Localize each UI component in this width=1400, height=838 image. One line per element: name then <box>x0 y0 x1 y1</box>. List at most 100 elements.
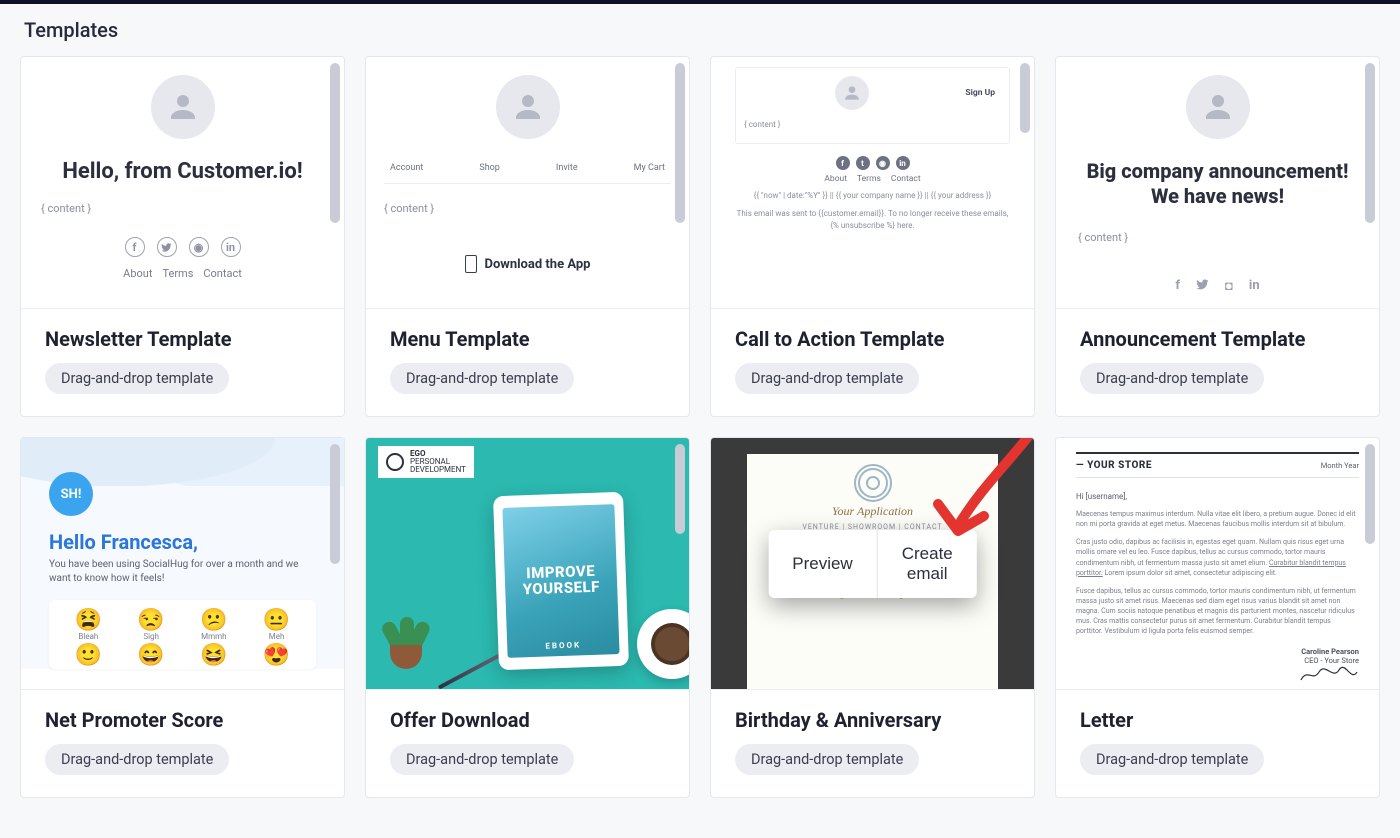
content-placeholder: { content } <box>1078 231 1357 244</box>
template-thumbnail: SH! Hello Francesca, You have been using… <box>21 438 344 690</box>
template-title: Announcement Template <box>1080 327 1355 351</box>
emoji-icon: 😄 <box>122 645 181 667</box>
footer-link: Terms <box>162 267 193 280</box>
signature-icon <box>1299 666 1359 684</box>
twitter-icon <box>1196 278 1209 295</box>
template-card-letter[interactable]: — YOUR STORE Month Year Hi [username], M… <box>1055 437 1380 798</box>
template-thumbnail: — YOUR STORE Month Year Hi [username], M… <box>1056 438 1379 690</box>
template-thumbnail: Big company announcement! We have news! … <box>1056 57 1379 309</box>
footer-link: Terms <box>857 174 881 184</box>
ebook-label: EBOOK <box>545 641 581 651</box>
thumbnail-scrollbar[interactable] <box>1365 63 1375 302</box>
linkedin-icon: in <box>1249 278 1260 295</box>
template-thumbnail: EGO PERSONAL DEVELOPMENT IMPROVE YOURSEL… <box>366 438 689 690</box>
emoji-rating-grid: 😫Bleah 😒Sigh 😕Mmmh 😐Meh 🙂 😄 😆 😍 <box>49 600 316 669</box>
template-title: Newsletter Template <box>45 327 320 351</box>
thumbnail-scrollbar[interactable] <box>675 63 685 302</box>
paragraph: Fusce dapibus, tellus ac cursus commodo,… <box>1076 586 1359 637</box>
instagram-icon: ◉ <box>876 156 890 170</box>
greeting: Hello Francesca, <box>49 530 316 554</box>
avatar-placeholder-icon <box>835 76 869 110</box>
nav-item: Account <box>390 163 423 173</box>
emoji-icon: 😒 <box>122 610 181 632</box>
brand-badge: SH! <box>49 472 93 516</box>
template-title: Call to Action Template <box>735 327 1010 351</box>
thumbnail-scrollbar[interactable] <box>675 444 685 683</box>
template-card-cta[interactable]: Sign Up { content } f t ◉ in About Terms… <box>710 56 1035 417</box>
signature: Caroline Pearson CEO - Your Store <box>1076 647 1359 685</box>
template-title: Net Promoter Score <box>45 708 320 732</box>
instagram-icon: ◉ <box>189 237 209 257</box>
emoji-icon: 😕 <box>185 610 244 632</box>
tablet-illustration: IMPROVE YOURSELF EBOOK <box>493 492 629 670</box>
avatar-placeholder-icon <box>151 75 215 139</box>
thumbnail-scrollbar[interactable] <box>330 444 340 683</box>
thumbnail-scrollbar[interactable] <box>330 63 340 302</box>
template-type-badge: Drag-and-drop template <box>390 363 574 394</box>
template-title: Offer Download <box>390 708 665 732</box>
avatar-placeholder-icon <box>496 75 560 139</box>
greeting: Hi [username], <box>1076 492 1359 501</box>
footer-link: Contact <box>203 267 241 280</box>
template-card-announcement[interactable]: Big company announcement! We have news! … <box>1055 56 1380 417</box>
content-placeholder: { content } <box>384 202 671 215</box>
brand-logo: EGO PERSONAL DEVELOPMENT <box>378 446 474 478</box>
template-card-offer[interactable]: EGO PERSONAL DEVELOPMENT IMPROVE YOURSEL… <box>365 437 690 798</box>
emoji-icon: 😆 <box>185 645 244 667</box>
plant-illustration <box>380 617 432 669</box>
thumbnail-scrollbar[interactable] <box>1365 444 1375 683</box>
templates-grid: Hello, from Customer.io! { content } f ◉… <box>20 56 1380 798</box>
template-card-birthday[interactable]: Your Application VENTURE | SHOWROOM | CO… <box>710 437 1035 798</box>
create-email-button[interactable]: Create email <box>877 530 977 598</box>
ebook-title: IMPROVE YOURSELF <box>504 563 617 598</box>
facebook-icon: f <box>836 156 850 170</box>
template-thumbnail: Sign Up { content } f t ◉ in About Terms… <box>711 57 1034 309</box>
template-title: Menu Template <box>390 327 665 351</box>
content-placeholder: { content } <box>744 120 1001 129</box>
preview-headline: Big company announcement! <box>1087 159 1349 183</box>
merge-variables-line: {{ "now" | date:"%Y" }} || {{ your compa… <box>735 190 1010 202</box>
section-title: Templates <box>20 18 1380 42</box>
instagram-icon: ◘ <box>1225 278 1233 295</box>
emoji-icon: 🙂 <box>59 645 118 667</box>
paragraph: Cras justo odio, dapibus ac facilisis in… <box>1076 537 1359 578</box>
store-name: — YOUR STORE <box>1076 460 1152 471</box>
twitter-icon: t <box>856 156 870 170</box>
template-type-badge: Drag-and-drop template <box>735 744 919 775</box>
hover-actions: Preview Create email <box>768 530 977 598</box>
emoji-icon: 😍 <box>247 645 306 667</box>
nav-item: Shop <box>479 163 500 173</box>
facebook-icon: f <box>125 237 145 257</box>
template-thumbnail: Hello, from Customer.io! { content } f ◉… <box>21 57 344 309</box>
emoji-icon: 😫 <box>59 610 118 632</box>
template-title: Birthday & Anniversary <box>735 708 1010 732</box>
paragraph: Maecenas tempus maximus interdum. Nulla … <box>1076 509 1359 529</box>
emoji-icon: 😐 <box>247 610 306 632</box>
footer-link: About <box>824 174 847 184</box>
template-type-badge: Drag-and-drop template <box>390 744 574 775</box>
thumbnail-scrollbar[interactable] <box>1020 63 1030 302</box>
phone-icon <box>465 255 477 273</box>
avatar-placeholder-icon <box>1186 75 1250 139</box>
template-type-badge: Drag-and-drop template <box>1080 744 1264 775</box>
unsubscribe-line: This email was sent to {{customer.email}… <box>735 208 1010 232</box>
footer-link: Contact <box>891 174 921 184</box>
nav-item: Invite <box>556 163 578 173</box>
template-card-nps[interactable]: SH! Hello Francesca, You have been using… <box>20 437 345 798</box>
preview-headline: We have news! <box>1151 184 1284 208</box>
footer-link: About <box>123 267 152 280</box>
template-title: Letter <box>1080 708 1355 732</box>
preview-headline: Hello, from Customer.io! <box>41 159 324 184</box>
preview-button[interactable]: Preview <box>768 530 876 598</box>
download-label: Download the App <box>485 257 591 272</box>
twitter-icon <box>157 237 177 257</box>
linkedin-icon: in <box>221 237 241 257</box>
template-type-badge: Drag-and-drop template <box>45 744 229 775</box>
template-card-newsletter[interactable]: Hello, from Customer.io! { content } f ◉… <box>20 56 345 417</box>
template-thumbnail: Your Application VENTURE | SHOWROOM | CO… <box>711 438 1034 690</box>
linkedin-icon: in <box>896 156 910 170</box>
facebook-icon: f <box>1175 278 1180 295</box>
template-thumbnail: Account Shop Invite My Cart { content } … <box>366 57 689 309</box>
template-card-menu[interactable]: Account Shop Invite My Cart { content } … <box>365 56 690 417</box>
signup-button: Sign Up <box>959 87 1001 99</box>
